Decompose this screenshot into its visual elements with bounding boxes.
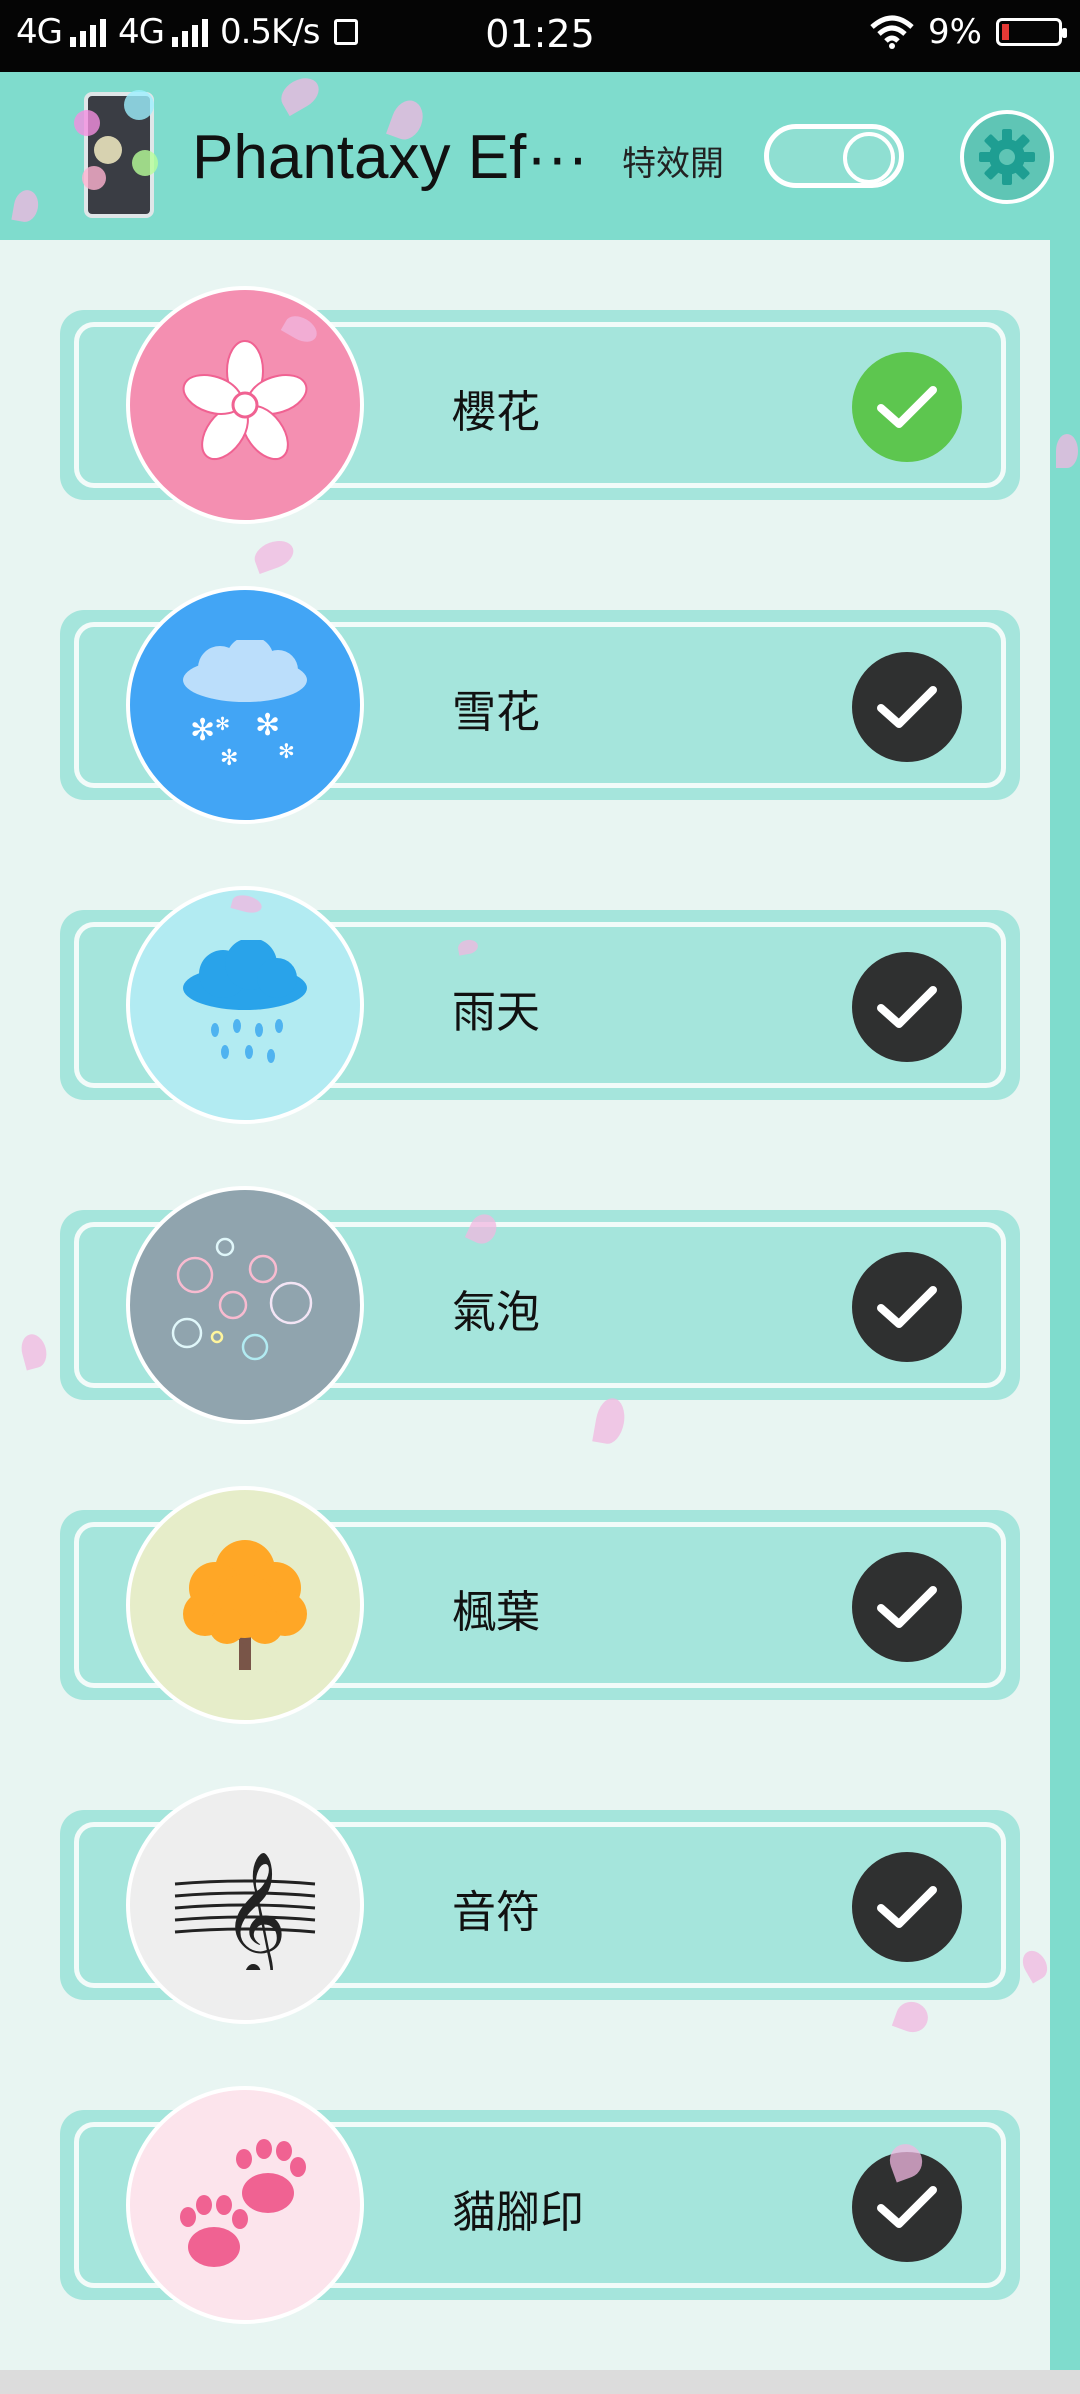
app-logo [74, 90, 158, 218]
svg-text:𝄞: 𝄞 [222, 1850, 287, 1970]
bubbles-icon [126, 1186, 364, 1424]
checkmark-icon [877, 986, 937, 1028]
effect-label: 櫻花 [452, 387, 540, 438]
effect-item-bubbles[interactable]: 氣泡 [60, 1186, 1020, 1424]
effect-item-sakura[interactable]: 櫻花 [60, 286, 1020, 524]
effect-label: 楓葉 [452, 1587, 540, 1638]
svg-text:✻: ✻ [255, 708, 280, 743]
checkmark-icon [877, 1586, 937, 1628]
effect-toggle-label: 特效開 [622, 144, 724, 184]
effect-toggle[interactable] [764, 124, 904, 188]
checkmark-icon [877, 386, 937, 428]
wifi-icon [870, 15, 914, 49]
petal-decoration [592, 1395, 628, 1447]
checkmark-icon [877, 1286, 937, 1328]
select-check-button[interactable] [852, 1552, 962, 1662]
petal-decoration [1056, 434, 1078, 468]
effect-label: 氣泡 [452, 1287, 540, 1338]
effect-label: 貓腳印 [452, 2187, 584, 2238]
gear-icon [979, 129, 1035, 185]
status-bar: 4G 4G 0.5K/s 01:25 9% [0, 0, 1080, 72]
svg-text:✻: ✻ [220, 746, 238, 770]
petal-decoration [18, 1331, 50, 1371]
battery-percent: 9% [928, 12, 982, 52]
svg-text:✻: ✻ [278, 739, 295, 763]
treble-clef-icon: 𝄞 [126, 1786, 364, 2024]
svg-text:✻: ✻ [190, 713, 215, 748]
settings-button[interactable] [960, 110, 1054, 204]
paw-print-icon [126, 2086, 364, 2324]
petal-decoration [1017, 1946, 1053, 1984]
select-check-button[interactable] [852, 952, 962, 1062]
svg-text:✻: ✻ [215, 714, 230, 735]
select-check-button[interactable] [852, 1252, 962, 1362]
effect-label: 雪花 [452, 687, 540, 738]
rain-cloud-icon [126, 886, 364, 1124]
snow-cloud-icon: ✻ ✻ ✻ ✻ ✻ [126, 586, 364, 824]
battery-icon [996, 18, 1067, 46]
checkmark-icon [877, 686, 937, 728]
sakura-icon [126, 286, 364, 524]
effect-item-music[interactable]: 𝄞 音符 [60, 1786, 1020, 2024]
effect-item-snow[interactable]: ✻ ✻ ✻ ✻ ✻ 雪花 [60, 586, 1020, 824]
effect-item-paw[interactable]: 貓腳印 [60, 2086, 1020, 2324]
effect-label: 音符 [452, 1887, 540, 1938]
scroll-edge [1050, 240, 1080, 2370]
toggle-knob [843, 132, 895, 184]
select-check-button[interactable] [852, 352, 962, 462]
checkmark-icon [877, 1886, 937, 1928]
tree-icon [126, 1486, 364, 1724]
petal-decoration [250, 535, 298, 575]
select-check-button[interactable] [852, 1852, 962, 1962]
select-check-button[interactable] [852, 652, 962, 762]
checkmark-icon [877, 2186, 937, 2228]
effect-item-rain[interactable]: 雨天 [60, 886, 1020, 1124]
effect-label: 雨天 [452, 987, 540, 1038]
bottom-nav-bar [0, 2370, 1080, 2394]
effect-item-maple[interactable]: 楓葉 [60, 1486, 1020, 1724]
petal-decoration [891, 1997, 933, 2037]
